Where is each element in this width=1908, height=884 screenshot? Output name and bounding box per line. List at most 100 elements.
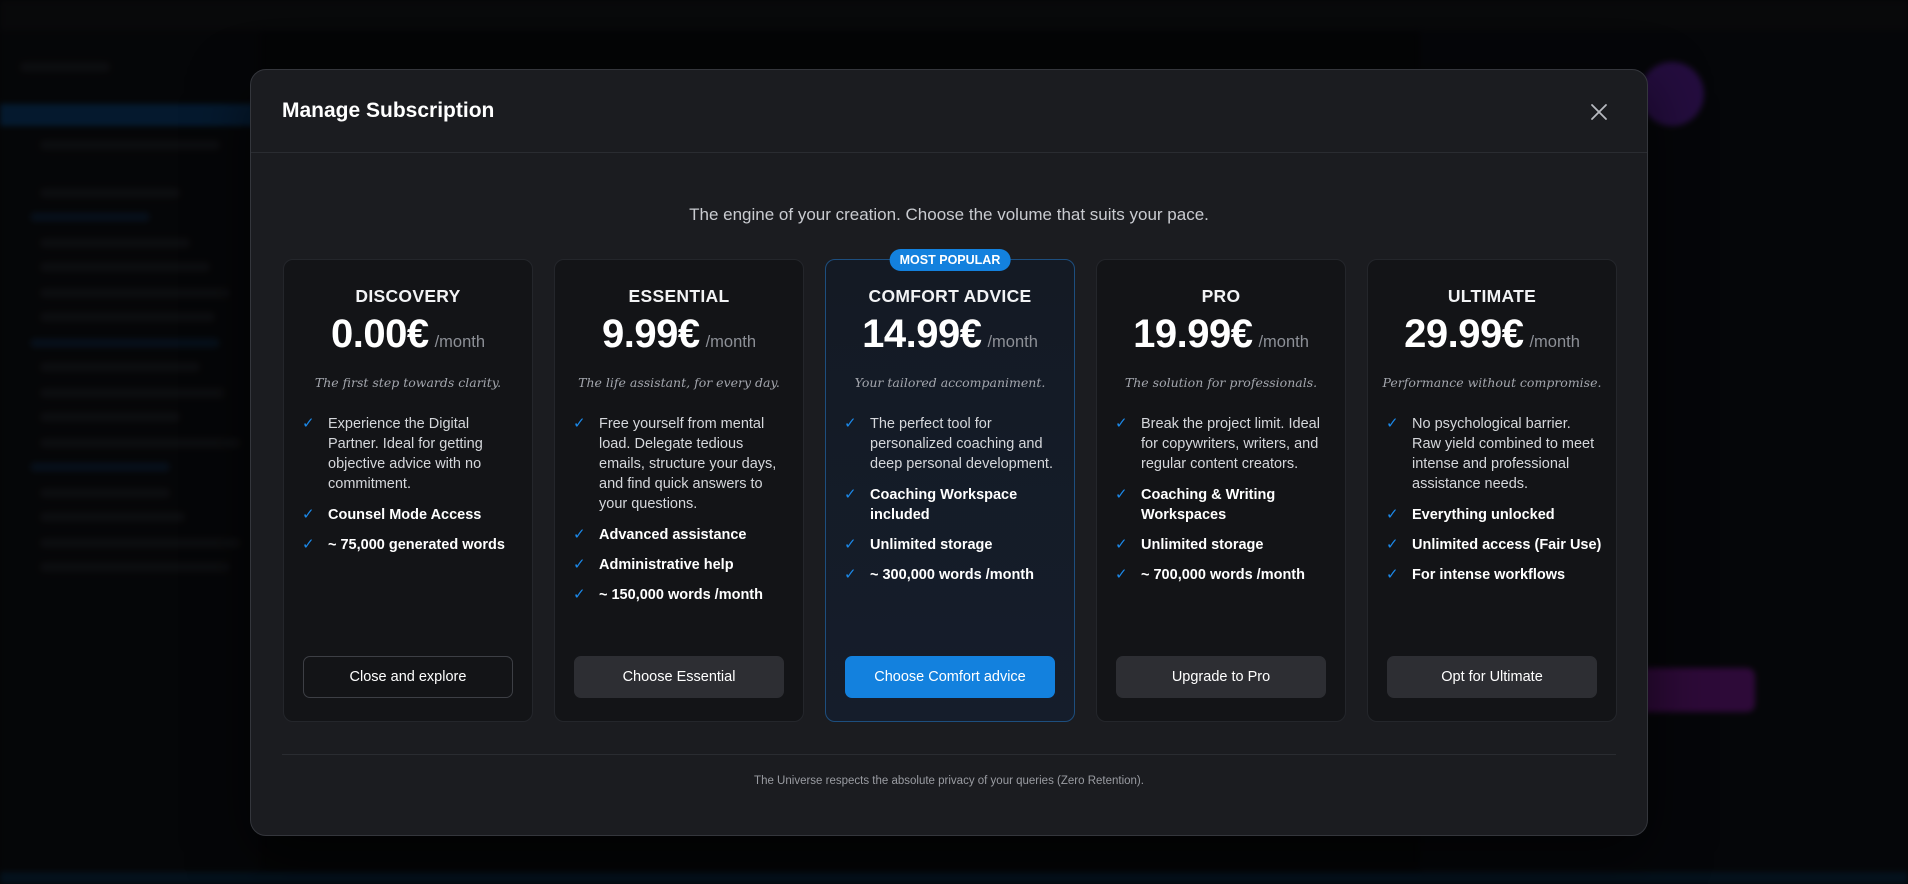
plan-period: /month [434,333,486,351]
plan-card-discovery: DISCOVERY 0.00€ /month The first step tow… [283,259,533,722]
feature-item: ✓ ~ 75,000 generated words [302,535,518,555]
feature-text: Experience the Digital Partner. Ideal fo… [328,416,483,492]
check-icon: ✓ [302,536,315,553]
close-button[interactable] [1587,100,1611,124]
feature-item: ✓ Free yourself from mental load. Delegat… [573,414,789,514]
feature-item: ✓ Coaching Workspace included [844,485,1060,525]
feature-item: ✓ ~ 300,000 words /month [844,565,1060,585]
feature-item: ✓ The perfect tool for personalized coach… [844,414,1060,474]
privacy-note: The Universe respects the absolute priva… [754,775,1144,787]
price-row: 19.99€ /month [1097,312,1345,357]
check-icon: ✓ [1386,566,1399,583]
feature-item: ✓ Break the project limit. Ideal for copy… [1115,414,1331,474]
feature-text: Administrative help [599,557,734,573]
feature-text: Break the project limit. Ideal for copyw… [1141,416,1320,472]
feature-list: ✓ No psychological barrier. Raw yield com… [1386,414,1602,595]
feature-item: ✓ Unlimited storage [844,535,1060,555]
feature-text: Coaching & Writing Workspaces [1141,487,1276,523]
opt-for-ultimate-button[interactable]: Opt for Ultimate [1387,656,1597,698]
check-icon: ✓ [1115,486,1128,503]
plan-period: /month [705,333,757,351]
check-icon: ✓ [1386,415,1399,432]
check-icon: ✓ [1115,566,1128,583]
check-icon: ✓ [1386,536,1399,553]
plan-subtitle: The first step towards clarity. [314,375,502,390]
check-icon: ✓ [844,415,857,432]
feature-item: ✓ Advanced assistance [573,525,789,545]
feature-list: ✓ Experience the Digital Partner. Ideal f… [302,414,518,565]
check-icon: ✓ [573,556,586,573]
feature-item: ✓ ~ 700,000 words /month [1115,565,1331,585]
plan-name: ULTIMATE [1447,286,1537,306]
feature-item: ✓ ~ 150,000 words /month [573,585,789,605]
check-icon: ✓ [1115,415,1128,432]
plan-name: DISCOVERY [355,286,461,306]
feature-list: ✓ Free yourself from mental load. Delegat… [573,414,789,615]
subscription-modal: Manage Subscription The engine of your c… [250,69,1648,836]
plan-card-ultimate: ULTIMATE 29.99€ /month Performance withou… [1367,259,1617,722]
most-popular-badge: MOST POPULAR [889,249,1011,271]
feature-text: Unlimited access (Fair Use) [1412,537,1602,553]
check-icon: ✓ [302,415,315,432]
feature-item: ✓ Everything unlocked [1386,505,1602,525]
feature-text: Coaching Workspace included [870,487,1018,523]
modal-header: Manage Subscription [251,70,1647,153]
feature-text: Counsel Mode Access [328,507,482,523]
feature-text: Free yourself from mental load. Delegate… [599,416,777,512]
price-row: 29.99€ /month [1368,312,1616,357]
close-and-explore-button[interactable]: Close and explore [303,656,513,698]
feature-item: ✓ Experience the Digital Partner. Ideal f… [302,414,518,494]
close-icon [1591,104,1607,120]
check-icon: ✓ [844,536,857,553]
plans-grid: DISCOVERY 0.00€ /month The first step tow… [283,249,1617,791]
plan-period: /month [1258,333,1309,351]
feature-text: ~ 75,000 generated words [328,537,505,553]
feature-list: ✓ The perfect tool for personalized coach… [844,414,1060,595]
plan-period: /month [1529,333,1580,351]
plan-price: 14.99€ [862,312,982,356]
plan-name: COMFORT ADVICE [868,286,1032,306]
modal-title: Manage Subscription [282,99,495,122]
plan-price: 19.99€ [1133,312,1253,356]
feature-text: No psychological barrier. Raw yield comb… [1412,416,1595,492]
feature-item: ✓ No psychological barrier. Raw yield com… [1386,414,1602,494]
feature-text: Unlimited storage [870,537,993,553]
feature-text: Unlimited storage [1141,537,1264,553]
feature-text: Everything unlocked [1412,507,1555,523]
check-icon: ✓ [1386,506,1399,523]
plan-card-essential: ESSENTIAL 9.99€ /month The life assistant… [554,259,804,722]
modal-tagline: The engine of your creation. Choose the … [689,205,1209,224]
feature-text: The perfect tool for personalized coachi… [870,416,1053,472]
feature-text: Advanced assistance [599,527,747,543]
plan-price: 0.00€ [330,312,429,356]
upgrade-to-pro-button[interactable]: Upgrade to Pro [1116,656,1326,698]
feature-item: ✓ For intense workflows [1386,565,1602,585]
footer-divider [282,754,1616,755]
price-row: 14.99€ /month [826,312,1074,357]
check-icon: ✓ [844,566,857,583]
plan-period: /month [987,333,1038,351]
plan-subtitle: Performance without compromise. [1382,375,1602,390]
feature-text: ~ 700,000 words /month [1141,567,1305,583]
feature-item: ✓ Unlimited storage [1115,535,1331,555]
feature-list: ✓ Break the project limit. Ideal for copy… [1115,414,1331,595]
feature-item: ✓ Unlimited access (Fair Use) [1386,535,1602,555]
feature-text: ~ 150,000 words /month [599,587,763,603]
choose-comfort-advice-button[interactable]: Choose Comfort advice [845,656,1055,698]
plan-subtitle: The life assistant, for every day. [578,375,780,390]
check-icon: ✓ [573,415,586,432]
feature-item: ✓ Counsel Mode Access [302,505,518,525]
feature-item: ✓ Administrative help [573,555,789,575]
check-icon: ✓ [302,506,315,523]
price-row: 9.99€ /month [555,312,803,357]
check-icon: ✓ [844,486,857,503]
check-icon: ✓ [573,586,586,603]
choose-essential-button[interactable]: Choose Essential [574,656,784,698]
plan-name: PRO [1201,286,1241,306]
feature-text: For intense workflows [1412,567,1566,583]
plan-card-pro: PRO 19.99€ /month The solution for profes… [1096,259,1346,722]
plan-card-comfort-advice: MOST POPULAR COMFORT ADVICE 14.99€ /month… [825,249,1075,722]
plan-price: 29.99€ [1404,312,1524,356]
plan-subtitle: Your tailored accompaniment. [854,375,1046,390]
plan-price: 9.99€ [601,312,700,356]
